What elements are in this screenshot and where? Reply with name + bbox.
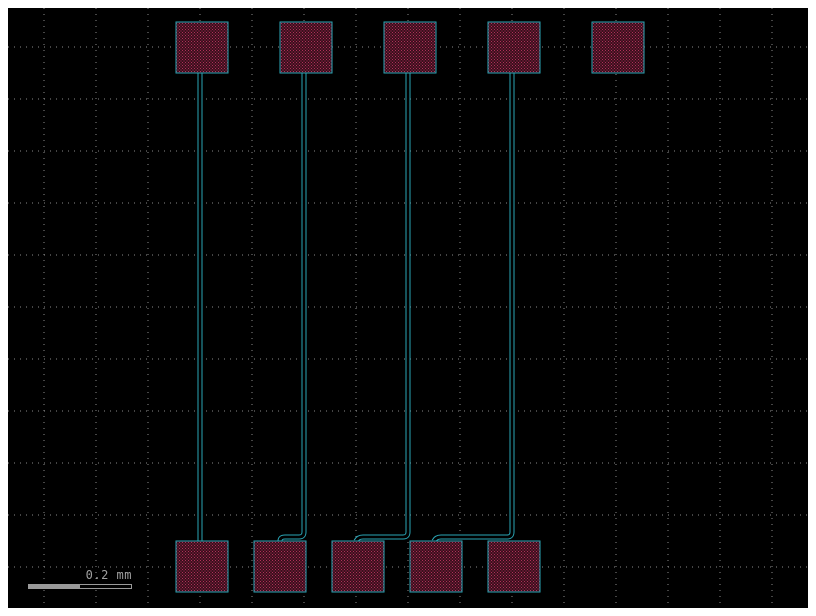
bottom-pad-5[interactable] [487, 540, 541, 593]
bottom-pad-4[interactable] [409, 540, 463, 593]
trace-2-core [278, 73, 306, 542]
layout-viewer: 0.2 mm [0, 0, 816, 616]
scale-bar-label: 0.2 mm [85, 568, 132, 582]
scale-bar-fill [29, 585, 80, 588]
bottom-pad-2[interactable] [253, 540, 307, 593]
top-pad-4[interactable] [487, 21, 541, 74]
scale-bar-track [28, 584, 132, 589]
trace-3[interactable] [353, 73, 411, 543]
top-pad-5[interactable] [591, 21, 645, 74]
bottom-pad-3[interactable] [331, 540, 385, 593]
trace-3-core [354, 73, 410, 542]
top-pad-2[interactable] [279, 21, 333, 74]
top-pad-3[interactable] [383, 21, 437, 74]
layout-drawing [8, 8, 808, 608]
bottom-pad-1[interactable] [175, 540, 229, 593]
layout-canvas[interactable]: 0.2 mm [8, 8, 808, 608]
scale-bar: 0.2 mm [28, 568, 138, 592]
top-pad-1[interactable] [175, 21, 229, 74]
trace-2[interactable] [277, 73, 307, 542]
